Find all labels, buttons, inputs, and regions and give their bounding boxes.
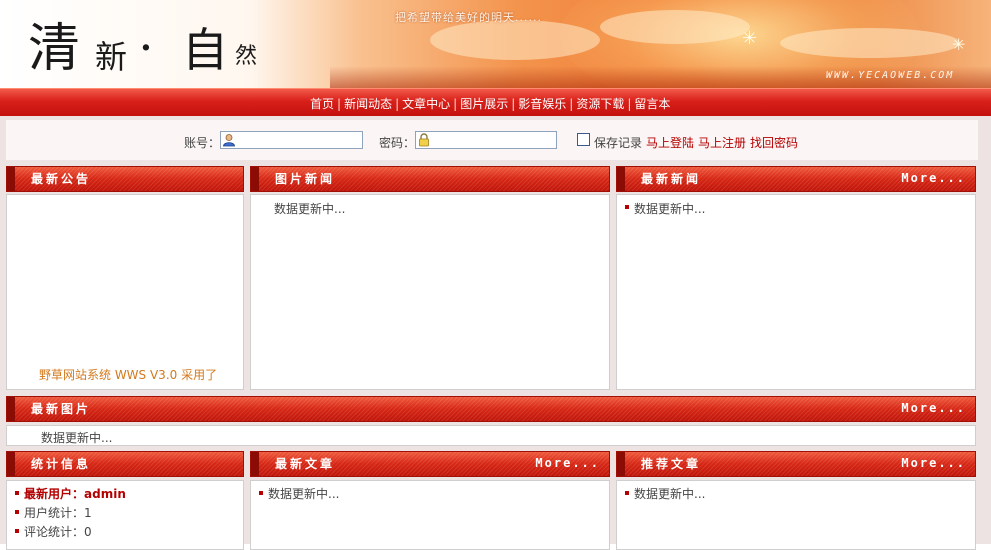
recommended-articles-status: 数据更新中... — [634, 487, 706, 501]
stats-new-user-value[interactable]: admin — [84, 487, 126, 501]
lock-icon — [419, 133, 429, 147]
stats-users-value: 1 — [84, 506, 92, 520]
stats-new-user: 最新用户：admin — [24, 485, 126, 502]
stats-users-label: 用户统计： — [24, 506, 85, 520]
stats-new-user-label: 最新用户： — [24, 487, 85, 501]
remember-checkbox[interactable] — [577, 133, 590, 146]
stats-comments: 评论统计：0 — [24, 523, 92, 540]
nav-item-news[interactable]: 新闻动态 — [344, 97, 392, 111]
notice-text[interactable]: 野草网站系统 WWS V3.0 采用了 — [39, 368, 243, 383]
banner-watermark: WWW.YECAOWEB.COM — [826, 70, 955, 81]
dandelion-icon: ✳ — [742, 28, 758, 49]
panel-title: 最新图片 — [31, 402, 92, 416]
latest-articles-status: 数据更新中... — [268, 487, 340, 501]
password-input[interactable] — [434, 133, 552, 147]
account-field[interactable] — [220, 131, 363, 149]
nav-separator: | — [453, 97, 458, 111]
stats-panel-body: 最新用户：admin 用户统计：1 评论统计：0 — [6, 480, 244, 550]
nav-item-articles[interactable]: 文章中心 — [402, 97, 450, 111]
nav-separator: | — [395, 97, 400, 111]
latest-articles-more-link[interactable]: More... — [535, 456, 600, 470]
nav-separator: | — [511, 97, 516, 111]
stats-panel-header: 统计信息 — [6, 451, 244, 477]
latest-news-panel-body: 数据更新中... — [616, 194, 976, 390]
notice-marquee: 野草网站系统 WWS V3.0 采用了 — [7, 368, 243, 389]
recommended-articles-more-link[interactable]: More... — [901, 456, 966, 470]
bullet-icon — [15, 529, 19, 533]
panel-title: 图片新闻 — [275, 172, 336, 186]
banner-cloud — [780, 28, 960, 58]
logo-char: 然 — [235, 44, 258, 69]
nav-item-guestbook[interactable]: 留言本 — [634, 97, 670, 111]
bullet-icon — [625, 205, 629, 209]
panel-title: 统计信息 — [31, 457, 92, 471]
banner-cloud — [600, 10, 750, 44]
nav-item-downloads[interactable]: 资源下载 — [576, 97, 624, 111]
nav-item-media[interactable]: 影音娱乐 — [518, 97, 566, 111]
bullet-icon — [15, 491, 19, 495]
nav-separator: | — [337, 97, 342, 111]
latest-articles-panel-body: 数据更新中... — [250, 480, 610, 550]
latest-articles-panel-header: 最新文章 More... — [250, 451, 610, 477]
latest-news-status: 数据更新中... — [634, 202, 706, 216]
banner-cloud — [430, 20, 600, 60]
recommended-articles-panel-header: 推荐文章 More... — [616, 451, 976, 477]
bullet-icon — [259, 491, 263, 495]
photo-news-panel-body: 数据更新中... — [250, 194, 610, 390]
banner-slogan: 把希望带给美好的明天...... — [395, 11, 542, 24]
login-link[interactable]: 马上登陆 — [646, 134, 694, 151]
latest-photos-more-link[interactable]: More... — [901, 401, 966, 415]
account-input[interactable] — [239, 133, 357, 147]
nav-separator: | — [627, 97, 632, 111]
password-label: 密码： — [379, 136, 416, 150]
header-banner: ✳ ✳ 清 新 · 自 然 把希望带给美好的明天...... WWW.YECAO… — [0, 0, 991, 88]
photo-news-status: 数据更新中... — [274, 202, 346, 216]
dandelion-icon: ✳ — [952, 35, 966, 54]
panel-title: 推荐文章 — [641, 457, 702, 471]
notice-panel-header: 最新公告 — [6, 166, 244, 192]
recover-password-link[interactable]: 找回密码 — [750, 134, 798, 151]
panel-title: 最新公告 — [31, 172, 92, 186]
latest-photos-panel-header: 最新图片 More... — [6, 396, 976, 422]
main-nav: 首页 | 新闻动态 | 文章中心 | 图片展示 | 影音娱乐 | 资源下载 | 留言本 — [0, 88, 991, 116]
stats-comments-label: 评论统计： — [24, 525, 85, 539]
latest-news-more-link[interactable]: More... — [901, 171, 966, 185]
user-icon — [223, 134, 235, 147]
nav-separator: | — [569, 97, 574, 111]
nav-item-home[interactable]: 首页 — [310, 97, 334, 111]
logo-char: 自 — [182, 23, 228, 77]
logo-char: · — [140, 28, 152, 68]
recommended-articles-panel-body: 数据更新中... — [616, 480, 976, 550]
password-field[interactable] — [415, 131, 557, 149]
logo-char: 新 — [95, 38, 128, 76]
panel-title: 最新文章 — [275, 457, 336, 471]
bullet-icon — [15, 510, 19, 514]
latest-photos-panel-body: 数据更新中... — [6, 425, 976, 446]
latest-photos-status: 数据更新中... — [41, 431, 113, 445]
logo-char: 清 — [28, 19, 81, 79]
bullet-icon — [625, 491, 629, 495]
latest-news-panel-header: 最新新闻 More... — [616, 166, 976, 192]
stats-users: 用户统计：1 — [24, 504, 92, 521]
nav-item-photos[interactable]: 图片展示 — [460, 97, 508, 111]
remember-label: 保存记录 — [594, 136, 643, 150]
panel-title: 最新新闻 — [641, 172, 702, 186]
photo-news-panel-header: 图片新闻 — [250, 166, 610, 192]
notice-panel-body: 野草网站系统 WWS V3.0 采用了 — [6, 194, 244, 390]
stats-comments-value: 0 — [84, 525, 92, 539]
account-label: 账号： — [184, 136, 221, 150]
register-link[interactable]: 马上注册 — [698, 134, 746, 151]
